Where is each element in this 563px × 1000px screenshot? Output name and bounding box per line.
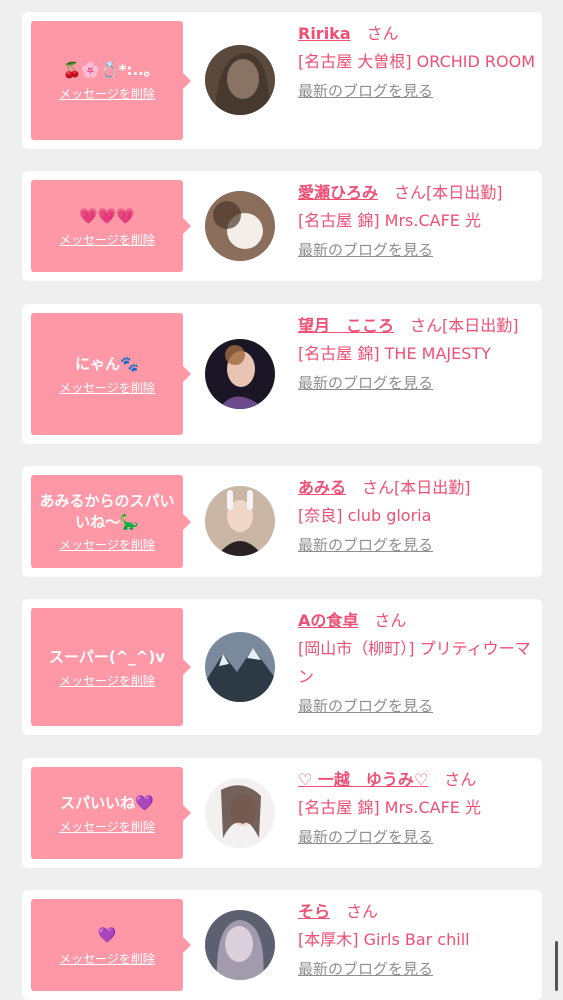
latest-blog-link[interactable]: 最新のブログを見る	[298, 824, 433, 850]
message-card: 💜 メッセージを削除 そら さん [本厚木] Girls Bar chill 最…	[22, 890, 542, 1000]
message-bubble: 💜 メッセージを削除	[31, 899, 191, 991]
profile-info: ♡ 一越 ゆうみ♡ さん [名古屋 錦] Mrs.CAFE 光 最新のブログを見…	[298, 766, 538, 850]
shop-text: [奈良] club gloria	[298, 506, 432, 525]
honorific: さん	[444, 770, 477, 789]
status-text: [本日出勤]	[394, 478, 471, 497]
shop-text: [名古屋 大曽根] ORCHID ROOM	[298, 52, 536, 71]
profile-info: あみる さん[本日出勤] [奈良] club gloria 最新のブログを見る	[298, 474, 538, 558]
message-text: 💗💗💗	[78, 206, 136, 225]
delete-message-link[interactable]: メッセージを削除	[59, 950, 155, 967]
avatar[interactable]	[205, 778, 275, 848]
delete-message-link[interactable]: メッセージを削除	[59, 672, 155, 689]
shop-text: [名古屋 錦] Mrs.CAFE 光	[298, 211, 481, 230]
profile-name-link[interactable]: あみる	[298, 478, 346, 497]
message-bubble: 🍒🌸💍*:..｡ メッセージを削除	[31, 21, 191, 140]
message-text: 💜	[97, 925, 117, 944]
shop-text: [本厚木] Girls Bar chill	[298, 930, 470, 949]
profile-name-link[interactable]: そら	[298, 902, 330, 921]
message-card: スパいいね💜 メッセージを削除 ♡ 一越 ゆうみ♡ さん [名古屋 錦] Mrs…	[22, 758, 542, 868]
message-bubble: 💗💗💗 メッセージを削除	[31, 180, 191, 272]
delete-message-link[interactable]: メッセージを削除	[59, 85, 155, 102]
message-text: スーパー(^_^)v	[49, 647, 165, 666]
message-text: スパいいね💜	[60, 793, 154, 812]
avatar[interactable]	[205, 632, 275, 702]
honorific: さん	[366, 24, 399, 43]
latest-blog-link[interactable]: 最新のブログを見る	[298, 370, 433, 396]
delete-message-link[interactable]: メッセージを削除	[59, 818, 155, 835]
message-card: 💗💗💗 メッセージを削除 愛瀬ひろみ さん[本日出勤] [名古屋 錦] Mrs.…	[22, 171, 542, 281]
message-card: にゃん🐾 メッセージを削除 望月 こころ さん[本日出勤] [名古屋 錦] TH…	[22, 304, 542, 444]
message-text: にゃん🐾	[75, 354, 139, 373]
delete-message-link[interactable]: メッセージを削除	[59, 379, 155, 396]
shop-text: [名古屋 錦] Mrs.CAFE 光	[298, 798, 481, 817]
avatar[interactable]	[205, 45, 275, 115]
delete-message-link[interactable]: メッセージを削除	[59, 231, 155, 248]
profile-name-link[interactable]: Aの食卓	[298, 611, 358, 630]
honorific: さん	[394, 183, 427, 202]
avatar[interactable]	[205, 910, 275, 980]
profile-info: Ririka さん [名古屋 大曽根] ORCHID ROOM 最新のブログを見…	[298, 20, 538, 104]
message-card: スーパー(^_^)v メッセージを削除 Aの食卓 さん [岡山市（柳町）] プリ…	[22, 599, 542, 735]
honorific: さん	[374, 611, 407, 630]
message-bubble: にゃん🐾 メッセージを削除	[31, 313, 191, 435]
profile-info: 望月 こころ さん[本日出勤] [名古屋 錦] THE MAJESTY 最新のブ…	[298, 312, 538, 396]
latest-blog-link[interactable]: 最新のブログを見る	[298, 532, 433, 558]
latest-blog-link[interactable]: 最新のブログを見る	[298, 956, 433, 982]
profile-name-link[interactable]: 愛瀬ひろみ	[298, 183, 378, 202]
avatar[interactable]	[205, 191, 275, 261]
avatar[interactable]	[205, 339, 275, 409]
status-text: [本日出勤]	[442, 316, 519, 335]
delete-message-link[interactable]: メッセージを削除	[59, 536, 155, 553]
latest-blog-link[interactable]: 最新のブログを見る	[298, 78, 433, 104]
message-text: あみるからのスパいいね〜🦕	[39, 491, 175, 531]
message-bubble: スーパー(^_^)v メッセージを削除	[31, 608, 191, 726]
profile-info: 愛瀬ひろみ さん[本日出勤] [名古屋 錦] Mrs.CAFE 光 最新のブログ…	[298, 179, 538, 263]
honorific: さん	[362, 478, 395, 497]
message-bubble: あみるからのスパいいね〜🦕 メッセージを削除	[31, 475, 191, 568]
avatar[interactable]	[205, 486, 275, 556]
profile-name-link[interactable]: ♡ 一越 ゆうみ♡	[298, 770, 428, 789]
shop-text: [名古屋 錦] THE MAJESTY	[298, 344, 491, 363]
honorific: さん	[410, 316, 443, 335]
profile-name-link[interactable]: Ririka	[298, 24, 351, 43]
profile-name-link[interactable]: 望月 こころ	[298, 316, 394, 335]
honorific: さん	[346, 902, 379, 921]
message-card: 🍒🌸💍*:..｡ メッセージを削除 Ririka さん [名古屋 大曽根] OR…	[22, 12, 542, 149]
message-card: あみるからのスパいいね〜🦕 メッセージを削除 あみる さん[本日出勤] [奈良]…	[22, 466, 542, 577]
message-text: 🍒🌸💍*:..｡	[62, 61, 152, 79]
scrollbar[interactable]	[555, 941, 558, 991]
profile-info: そら さん [本厚木] Girls Bar chill 最新のブログを見る	[298, 898, 538, 982]
latest-blog-link[interactable]: 最新のブログを見る	[298, 693, 433, 719]
profile-info: Aの食卓 さん [岡山市（柳町）] プリティウーマン 最新のブログを見る	[298, 607, 538, 719]
latest-blog-link[interactable]: 最新のブログを見る	[298, 237, 433, 263]
status-text: [本日出勤]	[426, 183, 503, 202]
shop-text: [岡山市（柳町）] プリティウーマン	[298, 639, 531, 686]
message-bubble: スパいいね💜 メッセージを削除	[31, 767, 191, 859]
